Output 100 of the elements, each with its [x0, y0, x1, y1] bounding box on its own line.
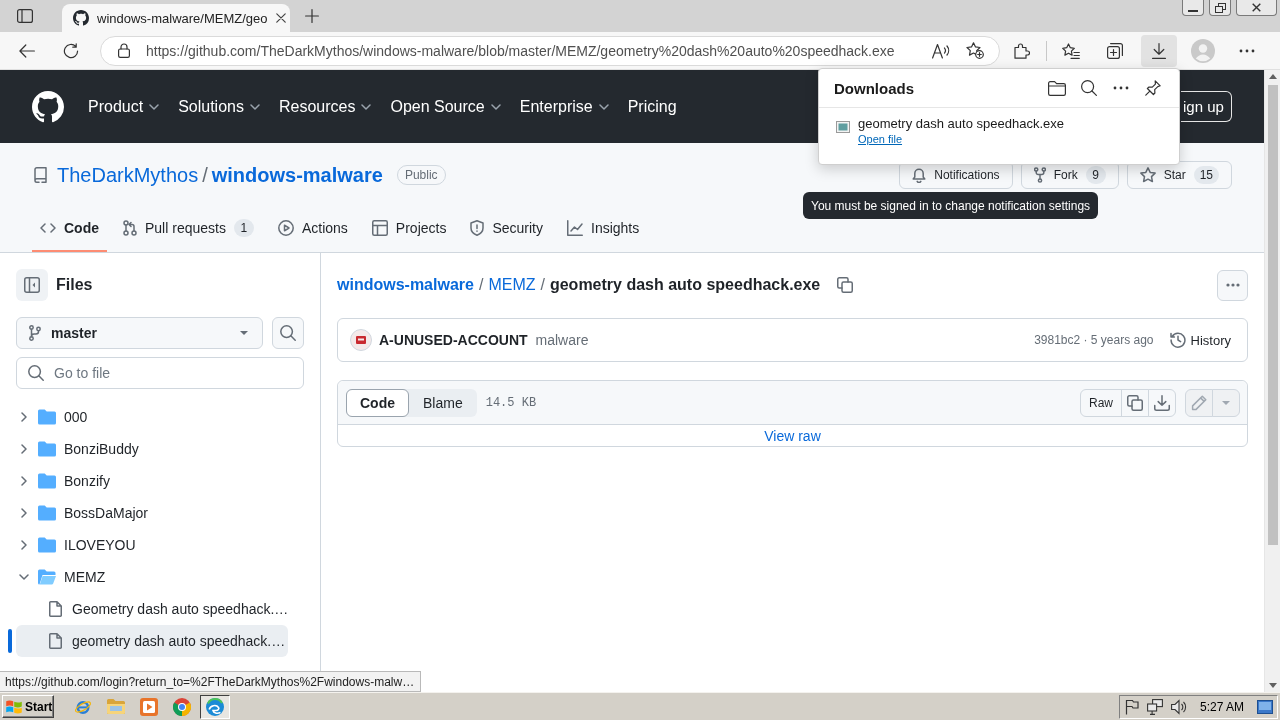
tree-item[interactable]: 000	[16, 401, 288, 433]
commit-message-link[interactable]: malware	[535, 332, 589, 348]
repo-tab[interactable]: Projects	[363, 204, 455, 252]
nav-menu-item[interactable]: Enterprise	[511, 90, 617, 123]
nav-menu-item[interactable]: Resources	[270, 90, 380, 123]
nav-menu-item[interactable]: Solutions	[170, 90, 268, 123]
logo-icon	[73, 10, 89, 26]
raw-button[interactable]: Raw	[1080, 388, 1122, 417]
history-button[interactable]: History	[1169, 332, 1231, 348]
repo-tab[interactable]: Security	[462, 204, 551, 252]
close-window-button[interactable]	[1236, 0, 1277, 16]
repo-icon	[34, 167, 47, 183]
chevron-right-icon[interactable]	[21, 508, 27, 518]
repo-tab[interactable]: Pull requests 1	[115, 204, 262, 252]
logo-icon[interactable]	[32, 90, 64, 123]
folder-icon	[38, 537, 56, 553]
tree-item[interactable]: MEMZ	[16, 561, 288, 593]
file-search-field[interactable]: Go to file	[16, 357, 304, 389]
sidebar-title: Files	[56, 276, 93, 294]
counter: 15	[1193, 166, 1219, 184]
folder-link[interactable]: MEMZ	[488, 276, 536, 294]
start-button[interactable]: Start	[2, 695, 54, 718]
search-button[interactable]	[272, 317, 304, 349]
folder-icon	[107, 699, 125, 714]
collections-icon	[1107, 42, 1123, 59]
file-icon	[49, 633, 62, 649]
graph-icon	[567, 220, 583, 236]
chevron-down-icon[interactable]	[19, 574, 29, 580]
scroll-up-icon[interactable]	[1268, 74, 1277, 79]
panel-icon	[17, 9, 33, 23]
sign-up-button[interactable]: ign up	[1181, 91, 1232, 122]
puzzle-icon	[1014, 42, 1030, 59]
commit-meta: 3981bc2 · 5 years ago	[1034, 333, 1154, 347]
scrollbar-thumb[interactable]	[1267, 85, 1278, 545]
nav-menu-item[interactable]: Open Source	[382, 90, 509, 123]
speaker-icon[interactable]	[1170, 698, 1187, 715]
counter: 1	[233, 219, 254, 237]
path-separator: /	[202, 163, 208, 187]
folder-icon	[1048, 80, 1066, 96]
owner-link[interactable]: TheDarkMythos	[57, 163, 199, 187]
star-button[interactable]: Star 15	[1126, 161, 1232, 189]
scroll-down-icon[interactable]	[1268, 683, 1277, 688]
more-icon	[1239, 48, 1255, 53]
history-icon	[1169, 332, 1186, 348]
pull-request-icon	[123, 220, 137, 236]
minimize-icon	[1188, 9, 1198, 12]
chevron-right-icon[interactable]	[21, 476, 27, 486]
nav-menu-item[interactable]: Product	[80, 90, 168, 123]
repo-link[interactable]: windows-malware	[337, 276, 474, 294]
file-name: geometry dash auto speedhack.exe	[549, 276, 821, 294]
vertical-scrollbar[interactable]	[1264, 70, 1280, 692]
back-arrow-icon	[19, 43, 35, 58]
profile-icon	[1191, 38, 1215, 63]
code-icon	[40, 223, 56, 233]
nav-menu-item[interactable]: Pricing	[619, 90, 685, 123]
taskbar-app-button[interactable]	[200, 694, 230, 719]
address-bar[interactable]: https://github.com/TheDarkMythos/windows-malware/blob/master/MEMZ/geometry%20dash%20auto%20speedhack.exe	[100, 35, 1000, 66]
flag-icon[interactable]	[1124, 698, 1139, 715]
pencil-icon	[1191, 394, 1207, 411]
file-name[interactable]: geometry dash auto speedhack.exe	[858, 116, 1064, 131]
view-tab[interactable]: Blame	[409, 388, 477, 417]
copy-raw-button[interactable]	[1121, 388, 1149, 417]
open-file-link[interactable]: Open file	[858, 133, 903, 145]
clock: 5:27 AM	[1199, 699, 1244, 714]
search-icon	[1081, 80, 1097, 96]
branch-icon	[29, 325, 41, 341]
search-icon	[28, 365, 44, 381]
tree-item[interactable]: geometry dash auto speedhack.…	[16, 625, 288, 657]
avatar-icon	[350, 329, 372, 351]
chevron-right-icon[interactable]	[21, 444, 27, 454]
tree-item[interactable]: BossDaMajor	[16, 497, 288, 529]
repo-tab[interactable]: Insights	[559, 204, 648, 252]
path-separator: /	[478, 276, 484, 294]
repo-name-link[interactable]: windows-malware	[211, 163, 383, 187]
fork-icon	[1033, 167, 1046, 183]
panel-title: Downloads	[834, 79, 914, 97]
view-raw-link[interactable]: View raw	[764, 427, 821, 444]
tree-item[interactable]: Bonzify	[16, 465, 288, 497]
author-link[interactable]: A-UNUSED-ACCOUNT	[379, 332, 528, 348]
branch-select[interactable]: master	[16, 317, 263, 349]
plus-icon	[305, 9, 319, 23]
close-icon	[275, 13, 286, 23]
chevron-right-icon[interactable]	[21, 540, 27, 550]
tree-item[interactable]: Geometry dash auto speedhack.…	[16, 593, 289, 625]
view-tab[interactable]: Code	[346, 388, 409, 417]
browser-tab[interactable]: windows-malware/MEMZ/geo	[62, 4, 290, 32]
play-tile-icon	[140, 697, 158, 716]
repo-tab[interactable]: Actions	[269, 204, 356, 252]
tree-item[interactable]: ILOVEYOU	[16, 529, 288, 561]
restore-icon	[1214, 2, 1226, 13]
network-icon[interactable]	[1146, 698, 1163, 715]
restore-button[interactable]	[1209, 0, 1231, 16]
repo-tab[interactable]: Code	[32, 204, 107, 252]
downloads-button[interactable]	[1141, 34, 1177, 67]
chevron-right-icon[interactable]	[21, 412, 27, 422]
tree-item[interactable]: BonziBuddy	[16, 433, 288, 465]
show-desktop-icon[interactable]	[1257, 699, 1273, 714]
minimize-button[interactable]	[1182, 0, 1204, 16]
download-raw-button[interactable]	[1148, 388, 1176, 417]
collapse-sidebar-button[interactable]	[16, 269, 48, 301]
